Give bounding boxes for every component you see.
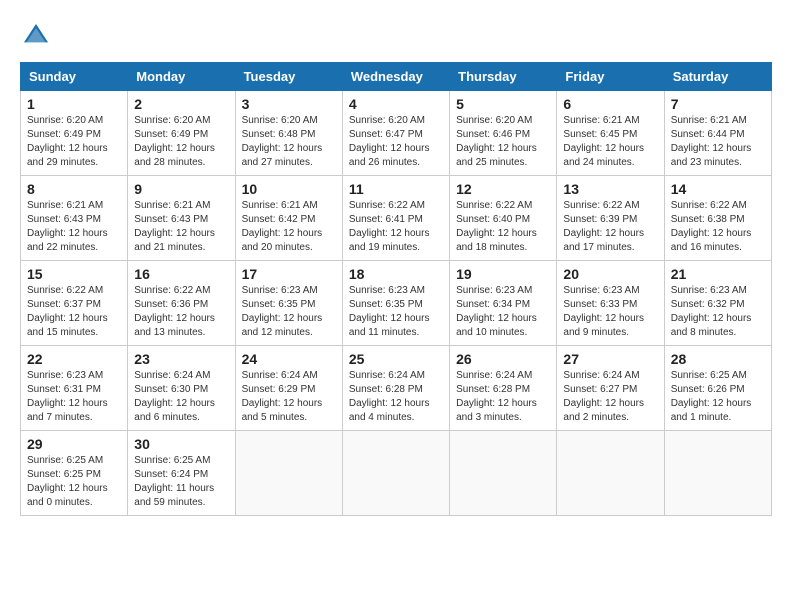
day-26: 26Sunrise: 6:24 AMSunset: 6:28 PMDayligh…: [450, 346, 557, 431]
day-3: 3Sunrise: 6:20 AMSunset: 6:48 PMDaylight…: [235, 91, 342, 176]
calendar-table: SundayMondayTuesdayWednesdayThursdayFrid…: [20, 62, 772, 516]
day-25: 25Sunrise: 6:24 AMSunset: 6:28 PMDayligh…: [342, 346, 449, 431]
logo: [20, 20, 58, 52]
day-19: 19Sunrise: 6:23 AMSunset: 6:34 PMDayligh…: [450, 261, 557, 346]
col-header-sunday: Sunday: [21, 63, 128, 91]
day-16: 16Sunrise: 6:22 AMSunset: 6:36 PMDayligh…: [128, 261, 235, 346]
logo-icon: [20, 20, 52, 52]
day-22: 22Sunrise: 6:23 AMSunset: 6:31 PMDayligh…: [21, 346, 128, 431]
col-header-friday: Friday: [557, 63, 664, 91]
empty-cell: [235, 431, 342, 516]
header-row: SundayMondayTuesdayWednesdayThursdayFrid…: [21, 63, 772, 91]
col-header-saturday: Saturday: [664, 63, 771, 91]
day-1: 1Sunrise: 6:20 AMSunset: 6:49 PMDaylight…: [21, 91, 128, 176]
empty-cell: [450, 431, 557, 516]
day-27: 27Sunrise: 6:24 AMSunset: 6:27 PMDayligh…: [557, 346, 664, 431]
day-20: 20Sunrise: 6:23 AMSunset: 6:33 PMDayligh…: [557, 261, 664, 346]
empty-cell: [557, 431, 664, 516]
day-4: 4Sunrise: 6:20 AMSunset: 6:47 PMDaylight…: [342, 91, 449, 176]
empty-cell: [664, 431, 771, 516]
col-header-tuesday: Tuesday: [235, 63, 342, 91]
day-17: 17Sunrise: 6:23 AMSunset: 6:35 PMDayligh…: [235, 261, 342, 346]
day-9: 9Sunrise: 6:21 AMSunset: 6:43 PMDaylight…: [128, 176, 235, 261]
empty-cell: [342, 431, 449, 516]
day-7: 7Sunrise: 6:21 AMSunset: 6:44 PMDaylight…: [664, 91, 771, 176]
header: [20, 20, 772, 52]
col-header-wednesday: Wednesday: [342, 63, 449, 91]
day-21: 21Sunrise: 6:23 AMSunset: 6:32 PMDayligh…: [664, 261, 771, 346]
day-11: 11Sunrise: 6:22 AMSunset: 6:41 PMDayligh…: [342, 176, 449, 261]
col-header-monday: Monday: [128, 63, 235, 91]
day-2: 2Sunrise: 6:20 AMSunset: 6:49 PMDaylight…: [128, 91, 235, 176]
day-13: 13Sunrise: 6:22 AMSunset: 6:39 PMDayligh…: [557, 176, 664, 261]
day-10: 10Sunrise: 6:21 AMSunset: 6:42 PMDayligh…: [235, 176, 342, 261]
day-5: 5Sunrise: 6:20 AMSunset: 6:46 PMDaylight…: [450, 91, 557, 176]
day-29: 29Sunrise: 6:25 AMSunset: 6:25 PMDayligh…: [21, 431, 128, 516]
day-12: 12Sunrise: 6:22 AMSunset: 6:40 PMDayligh…: [450, 176, 557, 261]
day-28: 28Sunrise: 6:25 AMSunset: 6:26 PMDayligh…: [664, 346, 771, 431]
day-14: 14Sunrise: 6:22 AMSunset: 6:38 PMDayligh…: [664, 176, 771, 261]
day-30: 30Sunrise: 6:25 AMSunset: 6:24 PMDayligh…: [128, 431, 235, 516]
day-23: 23Sunrise: 6:24 AMSunset: 6:30 PMDayligh…: [128, 346, 235, 431]
day-24: 24Sunrise: 6:24 AMSunset: 6:29 PMDayligh…: [235, 346, 342, 431]
day-18: 18Sunrise: 6:23 AMSunset: 6:35 PMDayligh…: [342, 261, 449, 346]
day-15: 15Sunrise: 6:22 AMSunset: 6:37 PMDayligh…: [21, 261, 128, 346]
day-6: 6Sunrise: 6:21 AMSunset: 6:45 PMDaylight…: [557, 91, 664, 176]
day-8: 8Sunrise: 6:21 AMSunset: 6:43 PMDaylight…: [21, 176, 128, 261]
col-header-thursday: Thursday: [450, 63, 557, 91]
